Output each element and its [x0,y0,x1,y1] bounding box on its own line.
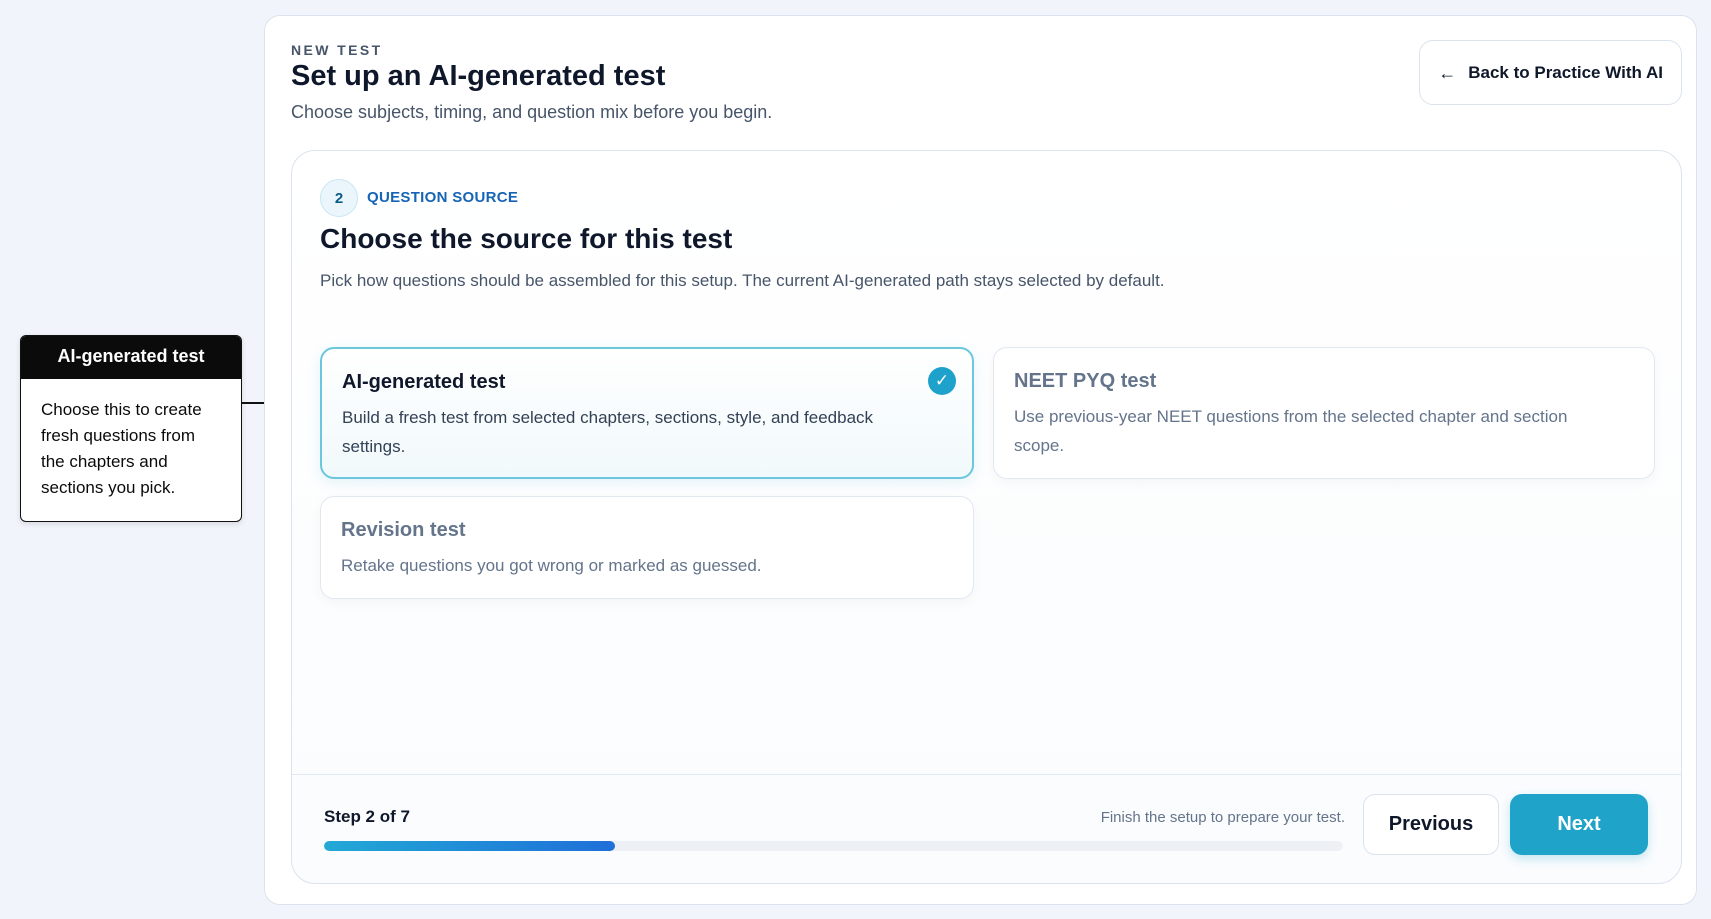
callout-title: AI-generated test [21,336,241,379]
page-title: Set up an AI-generated test [291,60,666,92]
progress-bar [324,841,1343,851]
option-ai-generated-test[interactable]: AI-generated test Build a fresh test fro… [320,347,974,479]
option-description: Use previous-year NEET questions from th… [1014,407,1568,455]
page-eyebrow: NEW TEST [291,42,383,58]
section-description: Pick how questions should be assembled f… [320,271,1165,290]
option-description: Retake questions you got wrong or marked… [341,556,762,575]
question-source-card: 2 QUESTION SOURCE Choose the source for … [291,150,1682,884]
check-icon: ✓ [928,367,956,395]
callout-body: Choose this to create fresh questions fr… [41,400,202,497]
option-neet-pyq-test[interactable]: NEET PYQ test Use previous-year NEET que… [993,347,1655,479]
option-title: Revision test [341,519,466,541]
previous-button[interactable]: Previous [1363,794,1499,855]
option-revision-test[interactable]: Revision test Retake questions you got w… [320,496,974,599]
step-number-badge: 2 [320,179,358,217]
step-label: QUESTION SOURCE [367,189,519,206]
step-counter: Step 2 of 7 [324,807,410,826]
progress-bar-fill [324,841,616,851]
footer-divider [292,774,1681,775]
footer-hint: Finish the setup to prepare your test. [1100,809,1345,826]
tooltip-callout: AI-generated test Choose this to create … [20,335,242,522]
arrow-left-icon: ← [1438,62,1457,83]
setup-panel: NEW TEST Set up an AI-generated test Cho… [264,15,1697,905]
option-description: Build a fresh test from selected chapter… [342,408,874,456]
option-title: AI-generated test [342,371,506,393]
back-button-label: Back to Practice With AI [1468,62,1663,82]
option-title: NEET PYQ test [1014,370,1157,392]
page-subtitle: Choose subjects, timing, and question mi… [291,102,773,122]
next-button[interactable]: Next [1510,794,1648,855]
back-to-practice-button[interactable]: ← Back to Practice With AI [1419,40,1682,105]
section-title: Choose the source for this test [320,223,733,254]
